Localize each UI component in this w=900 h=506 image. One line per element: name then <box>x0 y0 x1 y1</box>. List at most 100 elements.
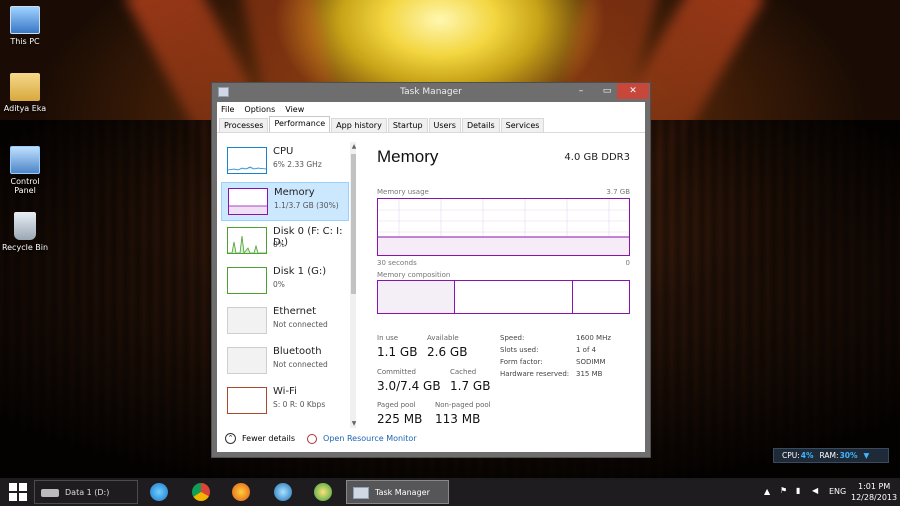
resource-list: CPU 6% 2.33 GHz Memory 1.1/3.7 GB (30%) … <box>220 142 356 428</box>
open-resource-monitor-link[interactable]: Open Resource Monitor <box>323 434 417 443</box>
clock-time[interactable]: 1:01 PM <box>858 482 890 491</box>
wifi-mini-graph <box>227 387 267 414</box>
resource-disk-1[interactable]: Disk 1 (G:) 0% <box>221 262 349 301</box>
minimize-button[interactable]: – <box>568 83 594 99</box>
resource-cpu[interactable]: CPU 6% 2.33 GHz <box>221 142 349 181</box>
firefox-icon[interactable] <box>232 483 250 501</box>
gadget-expand-icon[interactable]: ▼ <box>864 451 870 460</box>
memory-usage-max: 3.7 GB <box>606 188 630 196</box>
spec-key: Hardware reserved: <box>500 370 570 378</box>
ram-gadget-value: 30% <box>839 451 858 460</box>
time-span-label: 30 seconds <box>377 259 417 267</box>
network-icon[interactable]: ▮ <box>796 486 800 495</box>
memory-usage-graph <box>377 198 630 256</box>
spec-value: 315 MB <box>576 370 603 378</box>
chevron-up-icon[interactable]: ⌃ <box>225 433 236 444</box>
spec-key: Speed: <box>500 334 525 342</box>
volume-icon[interactable]: ◀ <box>812 486 818 495</box>
committed-label: Committed <box>377 368 416 376</box>
internet-explorer-icon[interactable] <box>150 483 168 501</box>
cpu-ram-gadget: CPU: 4% RAM: 30% ▼ <box>773 448 889 463</box>
desktop-icon-control-panel[interactable]: Control Panel <box>0 146 50 195</box>
control-panel-icon <box>10 146 40 174</box>
spec-key: Form factor: <box>500 358 543 366</box>
tab-strip: Processes Performance App history Startu… <box>217 116 645 133</box>
non-paged-pool-label: Non-paged pool <box>435 401 491 409</box>
language-indicator[interactable]: ENG <box>829 487 846 496</box>
composition-free <box>573 281 629 313</box>
menu-file[interactable]: File <box>221 105 234 114</box>
drive-label: Data 1 (D:) <box>65 488 110 497</box>
resource-bluetooth[interactable]: Bluetooth Not connected <box>221 342 349 381</box>
composition-in-use <box>378 281 455 313</box>
resource-memory[interactable]: Memory 1.1/3.7 GB (30%) <box>221 182 349 221</box>
resource-wifi[interactable]: Wi-Fi S: 0 R: 0 Kbps <box>221 382 349 421</box>
tray-expand-icon[interactable]: ▲ <box>764 487 770 496</box>
scroll-up-icon[interactable]: ▲ <box>350 143 356 150</box>
taskbar: Data 1 (D:) Task Manager ▲ ⚑ ▮ ◀ ENG 1:0… <box>0 478 900 506</box>
in-use-label: In use <box>377 334 399 342</box>
title-bar[interactable]: Task Manager – ▭ ✕ <box>212 83 650 102</box>
tab-startup[interactable]: Startup <box>387 118 428 132</box>
taskbar-drive-button[interactable]: Data 1 (D:) <box>34 480 138 504</box>
task-manager-window: Task Manager – ▭ ✕ File Options View Pro… <box>211 82 651 458</box>
desktop-icon-user-folder[interactable]: Aditya Eka <box>0 73 50 113</box>
cached-label: Cached <box>450 368 477 376</box>
tab-details[interactable]: Details <box>461 118 500 132</box>
action-center-icon[interactable]: ⚑ <box>780 486 787 495</box>
memory-mini-graph <box>228 188 268 215</box>
memory-usage-label: Memory usage <box>377 188 429 196</box>
chrome-icon[interactable] <box>192 483 210 501</box>
start-button[interactable] <box>8 480 28 504</box>
paged-pool-label: Paged pool <box>377 401 416 409</box>
available-value: 2.6 GB <box>427 345 468 359</box>
desktop-icon-recycle-bin[interactable]: Recycle Bin <box>0 212 50 252</box>
disk-0-mini-graph <box>227 227 267 254</box>
taskbar-task-manager-button[interactable]: Task Manager <box>346 480 449 504</box>
menu-bar: File Options View <box>217 102 645 117</box>
network-app-icon[interactable] <box>314 483 332 501</box>
fewer-details-link[interactable]: Fewer details <box>242 434 295 443</box>
spec-value: SODIMM <box>576 358 606 366</box>
window-footer: ⌃ Fewer details Open Resource Monitor <box>225 433 417 444</box>
ram-gadget-label: RAM: <box>819 451 839 460</box>
menu-view[interactable]: View <box>285 105 304 114</box>
task-manager-taskbar-icon <box>353 487 369 499</box>
resource-ethernet[interactable]: Ethernet Not connected <box>221 302 349 341</box>
memory-composition-bar <box>377 280 630 314</box>
time-zero-label: 0 <box>625 259 630 267</box>
window-client: File Options View Processes Performance … <box>217 102 645 452</box>
computer-icon <box>10 6 40 34</box>
folder-icon <box>10 73 40 101</box>
resource-monitor-icon <box>307 433 318 444</box>
recycle-bin-icon <box>14 212 36 240</box>
clock-date[interactable]: 12/28/2013 <box>851 493 897 502</box>
tab-performance[interactable]: Performance <box>269 116 331 132</box>
cpu-gadget-label: CPU: <box>782 451 800 460</box>
paged-pool-value: 225 MB <box>377 412 423 426</box>
cpu-gadget-value: 4% <box>800 451 814 460</box>
tab-services[interactable]: Services <box>500 118 545 132</box>
windows-logo-icon <box>9 483 27 501</box>
memory-type: 4.0 GB DDR3 <box>564 152 630 163</box>
detail-title: Memory <box>377 147 439 166</box>
scrollbar-thumb[interactable] <box>351 154 356 294</box>
tab-users[interactable]: Users <box>428 118 461 132</box>
close-button[interactable]: ✕ <box>617 83 649 99</box>
committed-value: 3.0/7.4 GB <box>377 379 441 393</box>
resource-list-scrollbar[interactable]: ▲ ▼ <box>350 142 356 428</box>
scroll-down-icon[interactable]: ▼ <box>350 420 356 427</box>
non-paged-pool-value: 113 MB <box>435 412 481 426</box>
tab-processes[interactable]: Processes <box>219 118 269 132</box>
menu-options[interactable]: Options <box>244 105 275 114</box>
drive-icon <box>41 489 59 497</box>
composition-standby <box>455 281 573 313</box>
browser-app-icon[interactable] <box>274 483 292 501</box>
cached-value: 1.7 GB <box>450 379 491 393</box>
resource-disk-0[interactable]: Disk 0 (F: C: I: D:) 0% <box>221 222 349 261</box>
disk-1-mini-graph <box>227 267 267 294</box>
cpu-mini-graph <box>227 147 267 174</box>
memory-detail-pane: Memory 4.0 GB DDR3 Memory usage 3.7 GB 3… <box>365 142 635 428</box>
tab-app-history[interactable]: App history <box>331 118 387 132</box>
desktop-icon-this-pc[interactable]: This PC <box>0 6 50 46</box>
